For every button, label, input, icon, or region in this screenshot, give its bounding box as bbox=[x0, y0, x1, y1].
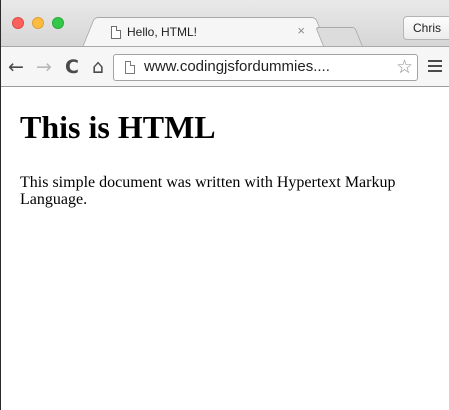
window-maximize-button[interactable] bbox=[52, 17, 64, 29]
page-icon bbox=[111, 26, 121, 39]
bookmark-star-icon[interactable]: ☆ bbox=[396, 56, 413, 78]
home-icon[interactable]: ⌂ bbox=[87, 56, 109, 78]
address-bar[interactable]: www.codingjsfordummies.... ☆ bbox=[113, 54, 418, 81]
new-tab-button[interactable] bbox=[315, 27, 363, 46]
reload-icon[interactable]: C bbox=[61, 56, 83, 78]
window-minimize-button[interactable] bbox=[32, 17, 44, 29]
browser-window: Hello, HTML! × Chris ← → C ⌂ www.codingj… bbox=[0, 0, 449, 410]
page-icon bbox=[125, 61, 135, 74]
tab-strip: Hello, HTML! × Chris bbox=[1, 0, 449, 47]
menu-hamburger-icon[interactable] bbox=[428, 60, 442, 72]
forward-arrow-icon[interactable]: → bbox=[33, 56, 55, 78]
page-heading: This is HTML bbox=[20, 109, 216, 145]
window-close-button[interactable] bbox=[12, 17, 24, 29]
address-url[interactable]: www.codingjsfordummies.... bbox=[144, 58, 330, 75]
browser-toolbar: ← → C ⌂ www.codingjsfordummies.... ☆ bbox=[1, 46, 449, 87]
profile-button[interactable]: Chris bbox=[403, 16, 449, 40]
page-content: This is HTML This simple document was wr… bbox=[2, 87, 449, 410]
tab-title: Hello, HTML! bbox=[127, 25, 198, 39]
back-arrow-icon[interactable]: ← bbox=[5, 56, 27, 78]
page-paragraph: This simple document was written with Hy… bbox=[20, 174, 396, 208]
tab-hello-html[interactable]: Hello, HTML! × bbox=[96, 17, 314, 47]
tab-close-icon[interactable]: × bbox=[297, 23, 305, 38]
